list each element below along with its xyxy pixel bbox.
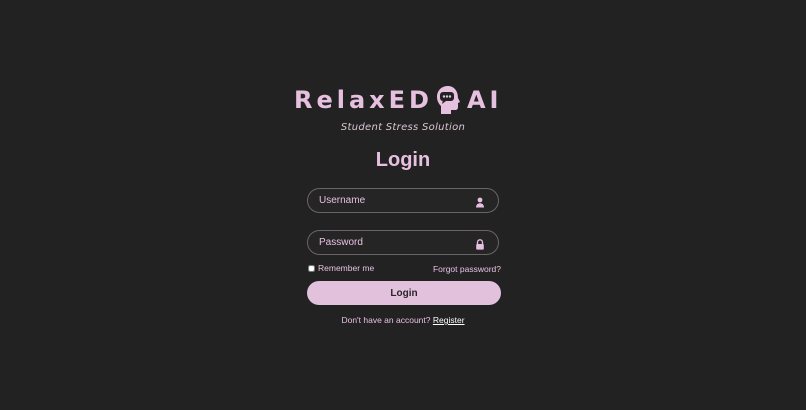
- login-button[interactable]: Login: [307, 281, 501, 305]
- page-title: Login: [375, 149, 431, 171]
- password-field: [307, 230, 499, 255]
- login-page: RelaxED AI Student Stress Solution Login: [0, 0, 806, 410]
- register-prompt-text: Don't have an account?: [341, 315, 431, 325]
- brand-name-part1: RelaxED: [294, 86, 433, 114]
- register-prompt: Don't have an account? Register: [0, 315, 806, 325]
- register-link[interactable]: Register: [433, 315, 465, 325]
- username-input[interactable]: [308, 189, 479, 212]
- username-field: [307, 188, 499, 213]
- brand-tagline: Student Stress Solution: [340, 122, 466, 133]
- brand-logo: RelaxED AI: [294, 84, 504, 116]
- user-icon: [475, 195, 485, 208]
- lock-icon: [475, 237, 485, 250]
- remember-me-checkbox[interactable]: [308, 264, 315, 272]
- forgot-password-link[interactable]: Forgot password?: [433, 264, 501, 274]
- remember-me[interactable]: Remember me: [307, 263, 374, 273]
- brand-name-part2: AI: [466, 86, 503, 114]
- remember-me-label: Remember me: [318, 263, 375, 273]
- password-input[interactable]: [308, 231, 479, 254]
- head-with-speech-bubble-icon: [435, 85, 461, 115]
- login-options: Remember me Forgot password?: [307, 263, 501, 275]
